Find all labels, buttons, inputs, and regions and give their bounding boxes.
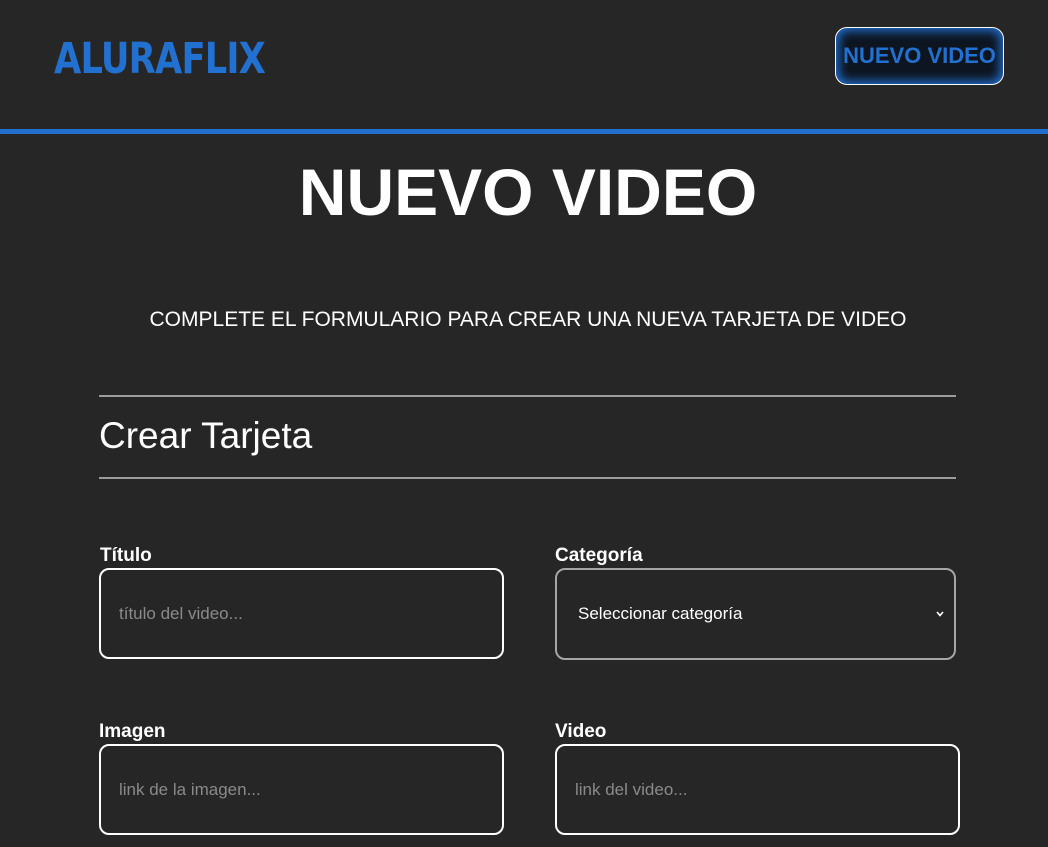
page-title: NUEVO VIDEO: [298, 155, 758, 229]
section-divider-bottom: [99, 477, 956, 479]
imagen-input[interactable]: [99, 744, 504, 835]
video-input[interactable]: [555, 744, 960, 835]
chevron-down-icon: [936, 611, 944, 617]
section-divider-top: [99, 395, 956, 397]
page-subtitle: COMPLETE EL FORMULARIO PARA CREAR UNA NU…: [149, 308, 907, 331]
video-label: Video: [555, 721, 607, 742]
titulo-input[interactable]: [99, 568, 504, 659]
categoria-selected-value: Seleccionar categoría: [578, 604, 743, 623]
categoria-select[interactable]: Seleccionar categoría: [555, 568, 956, 660]
aluraflix-logo[interactable]: ALURAFLIX: [54, 33, 266, 85]
categoria-label: Categoría: [555, 545, 643, 566]
imagen-label: Imagen: [99, 721, 166, 742]
section-title: Crear Tarjeta: [99, 415, 313, 456]
titulo-label: Título: [100, 545, 152, 566]
header: ALURAFLIX NUEVO VIDEO: [0, 0, 1048, 134]
new-video-button[interactable]: NUEVO VIDEO: [835, 27, 1004, 85]
